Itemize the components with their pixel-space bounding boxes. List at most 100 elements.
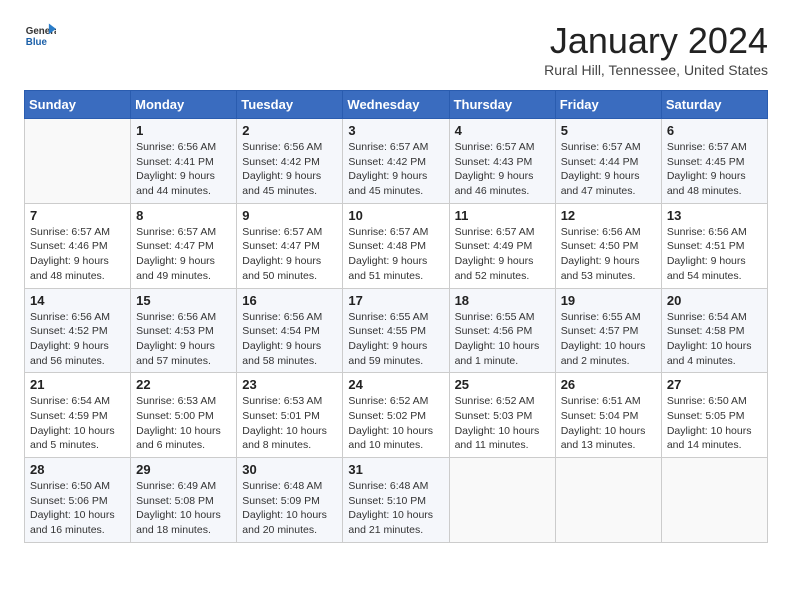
- calendar-cell: [661, 458, 767, 543]
- day-info: Sunrise: 6:49 AMSunset: 5:08 PMDaylight:…: [136, 479, 231, 538]
- calendar-cell: 13 Sunrise: 6:56 AMSunset: 4:51 PMDayligh…: [661, 203, 767, 288]
- day-info: Sunrise: 6:56 AMSunset: 4:53 PMDaylight:…: [136, 310, 231, 369]
- day-info: Sunrise: 6:48 AMSunset: 5:09 PMDaylight:…: [242, 479, 337, 538]
- day-info: Sunrise: 6:56 AMSunset: 4:51 PMDaylight:…: [667, 225, 762, 284]
- weekday-header-friday: Friday: [555, 91, 661, 119]
- week-row-5: 28Sunrise: 6:50 AMSunset: 5:06 PMDayligh…: [25, 458, 768, 543]
- calendar-cell: 30 Sunrise: 6:48 AMSunset: 5:09 PMDayligh…: [237, 458, 343, 543]
- calendar-cell: 16 Sunrise: 6:56 AMSunset: 4:54 PMDayligh…: [237, 288, 343, 373]
- day-number: 9: [242, 208, 337, 223]
- day-info: Sunrise: 6:57 AMSunset: 4:45 PMDaylight:…: [667, 140, 762, 199]
- day-number: 12: [561, 208, 656, 223]
- week-row-2: 7 Sunrise: 6:57 AMSunset: 4:46 PMDaylight…: [25, 203, 768, 288]
- location-title: Rural Hill, Tennessee, United States: [544, 62, 768, 78]
- calendar-table: SundayMondayTuesdayWednesdayThursdayFrid…: [24, 90, 768, 543]
- day-info: Sunrise: 6:56 AMSunset: 4:42 PMDaylight:…: [242, 140, 337, 199]
- day-info: Sunrise: 6:57 AMSunset: 4:44 PMDaylight:…: [561, 140, 656, 199]
- calendar-cell: [25, 119, 131, 204]
- day-info: Sunrise: 6:57 AMSunset: 4:46 PMDaylight:…: [30, 225, 125, 284]
- svg-text:Blue: Blue: [26, 37, 48, 48]
- day-info: Sunrise: 6:52 AMSunset: 5:03 PMDaylight:…: [455, 394, 550, 453]
- calendar-cell: 17Sunrise: 6:55 AMSunset: 4:55 PMDayligh…: [343, 288, 449, 373]
- calendar-cell: [555, 458, 661, 543]
- day-info: Sunrise: 6:54 AMSunset: 4:58 PMDaylight:…: [667, 310, 762, 369]
- day-info: Sunrise: 6:57 AMSunset: 4:43 PMDaylight:…: [455, 140, 550, 199]
- calendar-cell: 8Sunrise: 6:57 AMSunset: 4:47 PMDaylight…: [131, 203, 237, 288]
- day-info: Sunrise: 6:56 AMSunset: 4:54 PMDaylight:…: [242, 310, 337, 369]
- day-number: 27: [667, 377, 762, 392]
- day-info: Sunrise: 6:48 AMSunset: 5:10 PMDaylight:…: [348, 479, 443, 538]
- calendar-cell: 3Sunrise: 6:57 AMSunset: 4:42 PMDaylight…: [343, 119, 449, 204]
- calendar-cell: 6 Sunrise: 6:57 AMSunset: 4:45 PMDaylight…: [661, 119, 767, 204]
- weekday-header-monday: Monday: [131, 91, 237, 119]
- day-number: 24: [348, 377, 443, 392]
- calendar-cell: 10 Sunrise: 6:57 AMSunset: 4:48 PMDayligh…: [343, 203, 449, 288]
- calendar-cell: 14 Sunrise: 6:56 AMSunset: 4:52 PMDayligh…: [25, 288, 131, 373]
- day-number: 19: [561, 293, 656, 308]
- day-info: Sunrise: 6:53 AMSunset: 5:00 PMDaylight:…: [136, 394, 231, 453]
- day-info: Sunrise: 6:53 AMSunset: 5:01 PMDaylight:…: [242, 394, 337, 453]
- day-number: 23: [242, 377, 337, 392]
- calendar-cell: 29Sunrise: 6:49 AMSunset: 5:08 PMDayligh…: [131, 458, 237, 543]
- calendar-cell: 11 Sunrise: 6:57 AMSunset: 4:49 PMDayligh…: [449, 203, 555, 288]
- calendar-cell: 24 Sunrise: 6:52 AMSunset: 5:02 PMDayligh…: [343, 373, 449, 458]
- weekday-header-thursday: Thursday: [449, 91, 555, 119]
- day-number: 31: [348, 462, 443, 477]
- day-info: Sunrise: 6:57 AMSunset: 4:49 PMDaylight:…: [455, 225, 550, 284]
- day-info: Sunrise: 6:57 AMSunset: 4:48 PMDaylight:…: [348, 225, 443, 284]
- day-number: 13: [667, 208, 762, 223]
- day-info: Sunrise: 6:51 AMSunset: 5:04 PMDaylight:…: [561, 394, 656, 453]
- calendar-cell: 28Sunrise: 6:50 AMSunset: 5:06 PMDayligh…: [25, 458, 131, 543]
- day-info: Sunrise: 6:54 AMSunset: 4:59 PMDaylight:…: [30, 394, 125, 453]
- calendar-cell: 12 Sunrise: 6:56 AMSunset: 4:50 PMDayligh…: [555, 203, 661, 288]
- day-info: Sunrise: 6:55 AMSunset: 4:55 PMDaylight:…: [348, 310, 443, 369]
- day-info: Sunrise: 6:50 AMSunset: 5:05 PMDaylight:…: [667, 394, 762, 453]
- day-number: 4: [455, 123, 550, 138]
- day-info: Sunrise: 6:55 AMSunset: 4:56 PMDaylight:…: [455, 310, 550, 369]
- calendar-cell: 19 Sunrise: 6:55 AMSunset: 4:57 PMDayligh…: [555, 288, 661, 373]
- calendar-cell: 25Sunrise: 6:52 AMSunset: 5:03 PMDayligh…: [449, 373, 555, 458]
- calendar-cell: 26Sunrise: 6:51 AMSunset: 5:04 PMDayligh…: [555, 373, 661, 458]
- day-number: 20: [667, 293, 762, 308]
- day-info: Sunrise: 6:55 AMSunset: 4:57 PMDaylight:…: [561, 310, 656, 369]
- day-info: Sunrise: 6:57 AMSunset: 4:47 PMDaylight:…: [242, 225, 337, 284]
- day-info: Sunrise: 6:56 AMSunset: 4:52 PMDaylight:…: [30, 310, 125, 369]
- day-number: 7: [30, 208, 125, 223]
- calendar-cell: 31 Sunrise: 6:48 AMSunset: 5:10 PMDayligh…: [343, 458, 449, 543]
- day-number: 22: [136, 377, 231, 392]
- day-number: 5: [561, 123, 656, 138]
- day-info: Sunrise: 6:57 AMSunset: 4:47 PMDaylight:…: [136, 225, 231, 284]
- logo-icon: General Blue: [24, 20, 56, 52]
- week-row-4: 21 Sunrise: 6:54 AMSunset: 4:59 PMDayligh…: [25, 373, 768, 458]
- calendar-body: 1Sunrise: 6:56 AMSunset: 4:41 PMDaylight…: [25, 119, 768, 543]
- weekday-header-row: SundayMondayTuesdayWednesdayThursdayFrid…: [25, 91, 768, 119]
- day-number: 3: [348, 123, 443, 138]
- weekday-header-wednesday: Wednesday: [343, 91, 449, 119]
- day-number: 10: [348, 208, 443, 223]
- calendar-cell: 2 Sunrise: 6:56 AMSunset: 4:42 PMDaylight…: [237, 119, 343, 204]
- day-number: 16: [242, 293, 337, 308]
- day-number: 14: [30, 293, 125, 308]
- day-number: 6: [667, 123, 762, 138]
- day-number: 28: [30, 462, 125, 477]
- weekday-header-saturday: Saturday: [661, 91, 767, 119]
- day-number: 21: [30, 377, 125, 392]
- calendar-cell: 23 Sunrise: 6:53 AMSunset: 5:01 PMDayligh…: [237, 373, 343, 458]
- day-info: Sunrise: 6:52 AMSunset: 5:02 PMDaylight:…: [348, 394, 443, 453]
- day-info: Sunrise: 6:56 AMSunset: 4:41 PMDaylight:…: [136, 140, 231, 199]
- calendar-cell: 20 Sunrise: 6:54 AMSunset: 4:58 PMDayligh…: [661, 288, 767, 373]
- day-number: 2: [242, 123, 337, 138]
- calendar-cell: 5 Sunrise: 6:57 AMSunset: 4:44 PMDaylight…: [555, 119, 661, 204]
- title-area: January 2024 Rural Hill, Tennessee, Unit…: [544, 20, 768, 78]
- day-number: 18: [455, 293, 550, 308]
- calendar-cell: [449, 458, 555, 543]
- logo: General Blue: [24, 20, 56, 52]
- day-number: 30: [242, 462, 337, 477]
- day-info: Sunrise: 6:56 AMSunset: 4:50 PMDaylight:…: [561, 225, 656, 284]
- calendar-cell: 15Sunrise: 6:56 AMSunset: 4:53 PMDayligh…: [131, 288, 237, 373]
- week-row-1: 1Sunrise: 6:56 AMSunset: 4:41 PMDaylight…: [25, 119, 768, 204]
- calendar-cell: 21 Sunrise: 6:54 AMSunset: 4:59 PMDayligh…: [25, 373, 131, 458]
- week-row-3: 14 Sunrise: 6:56 AMSunset: 4:52 PMDayligh…: [25, 288, 768, 373]
- day-number: 11: [455, 208, 550, 223]
- weekday-header-sunday: Sunday: [25, 91, 131, 119]
